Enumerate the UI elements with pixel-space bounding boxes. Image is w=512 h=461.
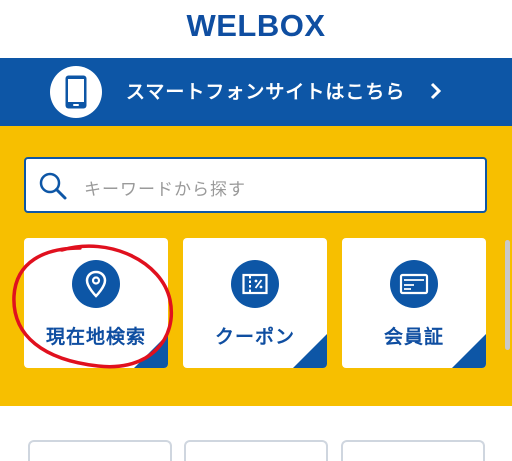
welbox-logo[interactable]: WELBOX (0, 8, 512, 44)
search-placeholder: キーワードから探す (84, 180, 246, 200)
smartphone-site-label: スマートフォンサイトはこちら (126, 81, 406, 103)
search-icon (39, 172, 67, 200)
smartphone-site-banner[interactable]: スマートフォンサイトはこちら (0, 58, 512, 126)
corner-marker (134, 334, 168, 368)
chevron-right-icon (430, 82, 442, 100)
lower-menu-area (0, 406, 512, 461)
location-search-button[interactable]: 現在地検索 (24, 238, 168, 368)
corner-marker (293, 334, 327, 368)
lower-tile[interactable] (28, 440, 172, 461)
lower-tile[interactable] (184, 440, 328, 461)
scrollbar[interactable] (505, 240, 510, 350)
coupon-icon (231, 260, 279, 308)
location-pin-icon (72, 260, 120, 308)
lower-tile[interactable] (341, 440, 485, 461)
keyword-search-input[interactable]: キーワードから探す (24, 157, 487, 213)
quick-menu-area: キーワードから探す 現在地検索 クーポン 会員証 (0, 126, 512, 406)
membership-card-button[interactable]: 会員証 (342, 238, 486, 368)
site-header: WELBOX (0, 0, 512, 58)
corner-marker (452, 334, 486, 368)
membership-card-icon (390, 260, 438, 308)
smartphone-icon (50, 66, 102, 118)
coupon-button[interactable]: クーポン (183, 238, 327, 368)
